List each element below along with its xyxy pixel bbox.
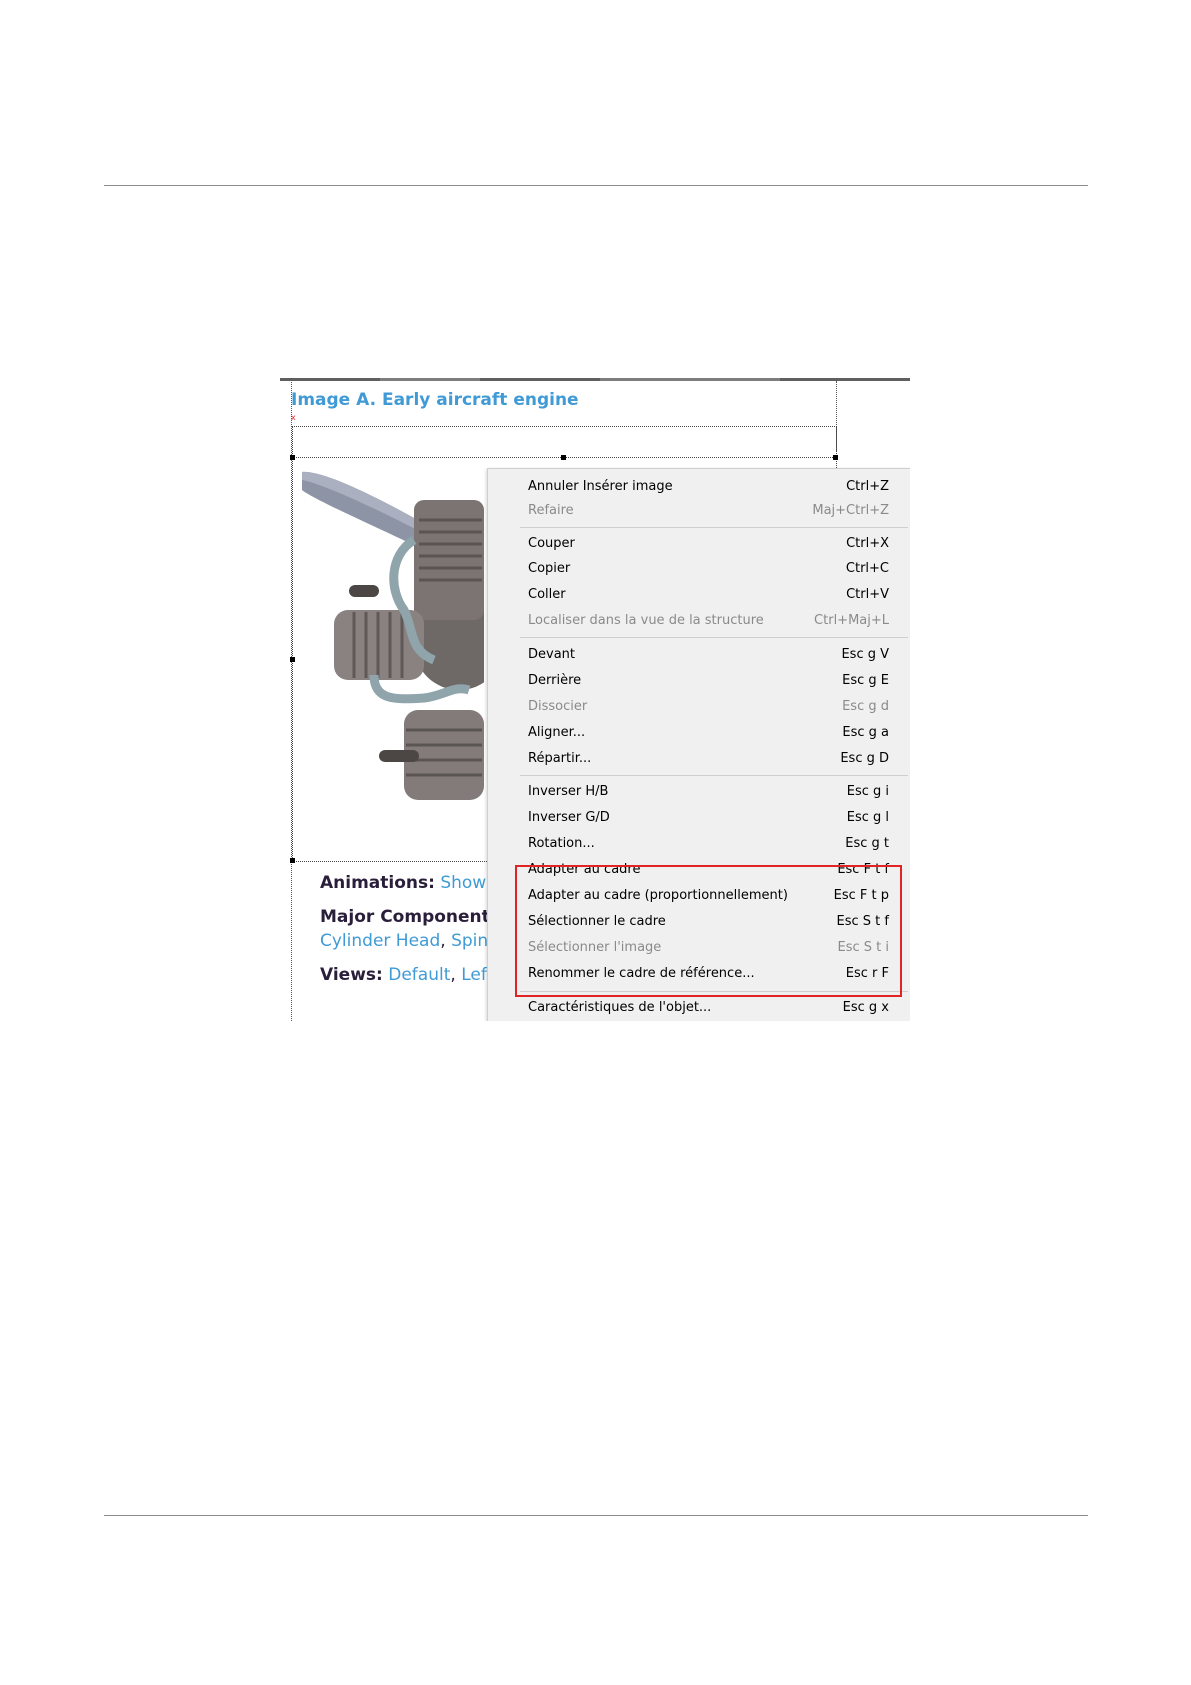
animations-label: Animations: <box>320 873 435 893</box>
menu-item-locate-structure[interactable]: Localiser dans la vue de la structure Ctr… <box>488 609 910 634</box>
menu-item-align[interactable]: Aligner... Esc g a <box>488 721 910 746</box>
menu-item-flip-horizontal[interactable]: Inverser G/D Esc g l <box>488 806 910 831</box>
menu-item-cut[interactable]: Couper Ctrl+X <box>488 532 910 557</box>
screenshot-region: Image A. Early aircraft engine x Animati… <box>280 378 910 1021</box>
engine-image <box>302 471 484 800</box>
menu-item-rotate[interactable]: Rotation... Esc g t <box>488 832 910 857</box>
animations-line: Animations: Show A <box>320 873 503 893</box>
component-link-cylinder-head[interactable]: Cylinder Head <box>320 931 440 951</box>
menu-item-undo[interactable]: Annuler Insérer image Ctrl+Z <box>488 475 910 500</box>
view-link-default[interactable]: Default <box>388 965 450 985</box>
context-menu: Annuler Insérer image Ctrl+Z Refaire Maj+C… <box>487 468 910 1021</box>
frame-handle-top-center[interactable] <box>561 455 566 460</box>
menu-separator <box>520 637 908 638</box>
menu-item-redo[interactable]: Refaire Maj+Ctrl+Z <box>488 499 910 524</box>
views-line: Views: Default, Left, <box>320 965 499 985</box>
views-label: Views: <box>320 965 383 985</box>
menu-item-distribute[interactable]: Répartir... Esc g D <box>488 747 910 772</box>
footer-rule <box>104 1515 1088 1516</box>
menu-item-send-back[interactable]: Derrière Esc g E <box>488 669 910 694</box>
highlight-box <box>515 865 902 997</box>
menu-item-object-properties[interactable]: Caractéristiques de l'objet... Esc g x <box>488 996 910 1021</box>
toolbar-edge <box>280 378 910 381</box>
figure-title: Image A. Early aircraft engine <box>291 390 579 410</box>
anchor-marker: x <box>291 413 296 422</box>
menu-item-copy[interactable]: Copier Ctrl+C <box>488 557 910 582</box>
frame-handle-top-right[interactable] <box>833 455 838 460</box>
frame-handle-bottom-left[interactable] <box>290 858 295 863</box>
menu-item-flip-vertical[interactable]: Inverser H/B Esc g i <box>488 780 910 805</box>
menu-item-paste[interactable]: Coller Ctrl+V <box>488 583 910 608</box>
header-rule <box>104 185 1088 186</box>
components-label: Major Components <box>320 907 500 927</box>
menu-separator <box>520 775 908 776</box>
components-line: Major Components <box>320 907 500 927</box>
menu-item-ungroup[interactable]: Dissocier Esc g d <box>488 695 910 720</box>
components-links-line: Cylinder Head, Spinn <box>320 931 499 951</box>
menu-separator <box>520 527 908 528</box>
menu-item-bring-front[interactable]: Devant Esc g V <box>488 643 910 668</box>
